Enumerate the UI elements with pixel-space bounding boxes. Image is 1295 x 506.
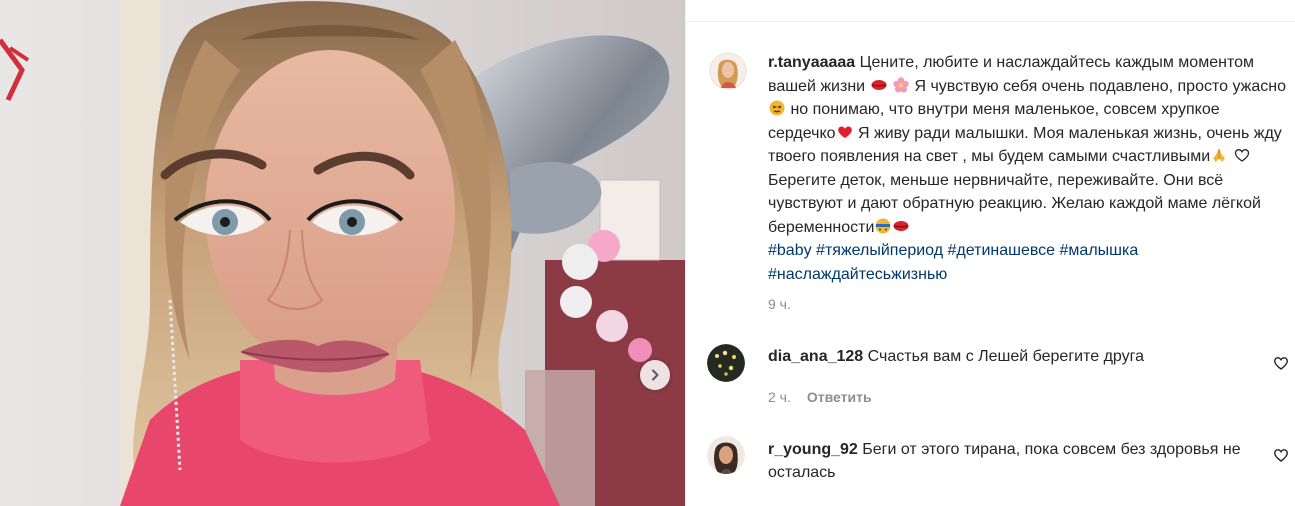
comment-1-username[interactable]: dia_ana_128: [768, 348, 863, 365]
red-heart-icon: [837, 125, 852, 138]
photo-illustration: [0, 0, 685, 506]
hashtag-tyazhelyyperiod[interactable]: #тяжелыйпериод: [816, 242, 943, 259]
post-view: r.tanyaaaaa Цените, любите и наслаждайте…: [0, 0, 1295, 506]
hashtag-baby[interactable]: #baby: [768, 242, 812, 259]
comment-1-reply-button[interactable]: Ответить: [807, 389, 872, 405]
caption-text-5: Берегите деток, меньше нервничайте, пере…: [768, 171, 1261, 236]
post-photo: [0, 0, 685, 506]
comment-avatar-image-2: [707, 436, 745, 474]
author-avatar[interactable]: [709, 52, 747, 90]
folded-hands-icon: [1213, 149, 1226, 162]
comment-avatar-r-young-92[interactable]: [707, 436, 745, 474]
post-details: r.tanyaaaaa Цените, любите и наслаждайте…: [685, 0, 1295, 506]
hashtag-malyshka[interactable]: #малышка: [1060, 242, 1139, 259]
hashtags: #baby #тяжелыйпериод #детинашевсе #малыш…: [768, 242, 1138, 283]
comment-1-time[interactable]: 2 ч.: [768, 389, 791, 405]
kiss-lips-icon-2: [893, 220, 909, 231]
comment-1-meta: 2 ч. Ответить: [768, 389, 872, 405]
white-heart-icon: [1234, 149, 1249, 162]
next-photo-button[interactable]: [640, 360, 670, 390]
comment-1-text: Счастья вам с Лешей берегите друга: [867, 348, 1145, 365]
author-avatar-image: [709, 52, 747, 90]
comment-avatar-image: [707, 344, 745, 382]
author-username[interactable]: r.tanyaaaaa: [768, 54, 855, 71]
persevering-face-icon: [769, 100, 785, 116]
flower-icon: [893, 76, 909, 92]
face-with-mask-icon: [875, 218, 891, 233]
comment-avatar-dia-ana-128[interactable]: [707, 344, 745, 382]
kiss-lips-icon: [871, 79, 887, 90]
comment-1: dia_ana_128 Счастья вам с Лешей берегите…: [768, 345, 1268, 368]
caption-text-2: Я чувствую себя очень подавлено, просто …: [914, 77, 1286, 95]
comment-1-like-heart-icon[interactable]: [1273, 355, 1289, 371]
post-time[interactable]: 9 ч.: [768, 296, 791, 312]
header-divider: [686, 21, 1295, 22]
comment-2-like-heart-icon[interactable]: [1273, 447, 1289, 463]
post-caption: r.tanyaaaaa Цените, любите и наслаждайте…: [768, 51, 1288, 286]
chevron-right-icon: [652, 369, 659, 381]
comment-2: r_young_92 Беги от этого тирана, пока со…: [768, 438, 1268, 484]
hashtag-naslazhdaytes[interactable]: #наслаждайтесьжизнью: [768, 266, 947, 283]
comment-2-username[interactable]: r_young_92: [768, 441, 858, 458]
hashtag-detinashevse[interactable]: #детинашевсе: [948, 242, 1056, 259]
